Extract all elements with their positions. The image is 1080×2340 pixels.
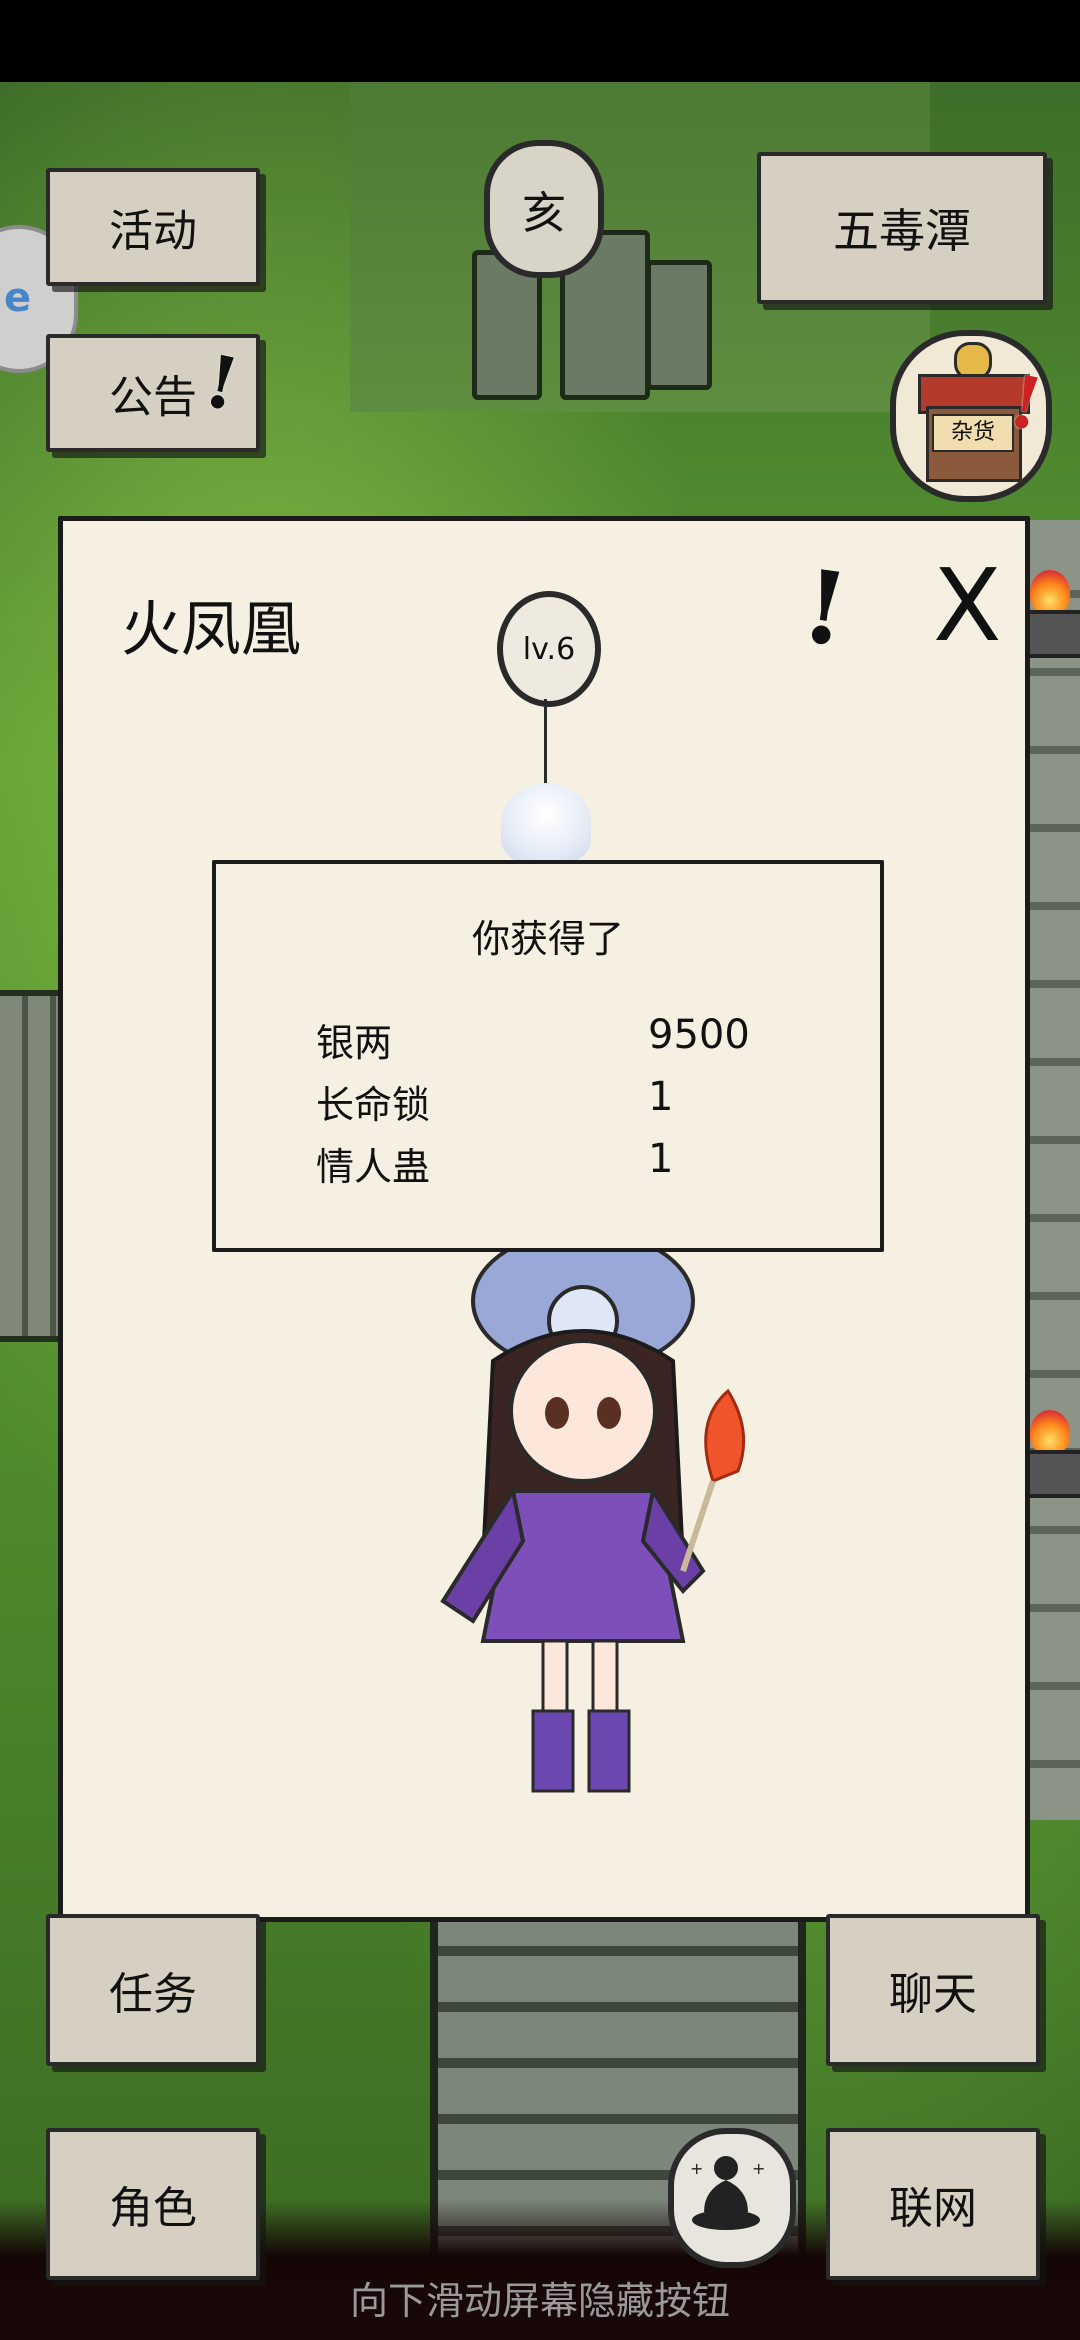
spirit-figure <box>501 783 591 863</box>
stump-pillar <box>646 260 712 390</box>
reward-heading: 你获得了 <box>471 917 624 961</box>
task-button[interactable]: 任务 <box>46 1914 260 2066</box>
reward-item-name: 银两 <box>316 1021 393 1065</box>
character-illustration <box>440 1241 746 1793</box>
chat-button[interactable]: 聊天 <box>826 1914 1040 2066</box>
game-scene: e 活动 公告 ! 亥 五毒潭 杂货 ! 火凤凰 ! X lv.6 你获得了 银… <box>0 0 1080 2340</box>
status-bar <box>0 0 1080 82</box>
character-button[interactable]: 角色 <box>46 2128 260 2280</box>
reward-row: 情人蛊 1 <box>216 1136 880 1192</box>
stone-railing <box>0 990 60 1342</box>
network-button[interactable]: 联网 <box>826 2128 1040 2280</box>
level-badge: lv.6 <box>497 591 601 707</box>
meditate-figure: + + <box>690 2156 765 2230</box>
location-button[interactable]: 五毒潭 <box>757 152 1047 304</box>
reward-row: 银两 9500 <box>216 1012 880 1068</box>
reward-item-quantity: 9500 <box>648 1012 750 1058</box>
reward-item-name: 情人蛊 <box>316 1145 431 1189</box>
meditate-icon[interactable]: + + <box>668 2128 796 2268</box>
shop-sign: 杂货 <box>932 414 1014 452</box>
hanging-string <box>544 699 547 789</box>
swipe-hint: 向下滑动屏幕隐藏按钮 <box>349 2279 730 2323</box>
brazier-icon <box>1022 570 1080 660</box>
reward-item-quantity: 1 <box>648 1136 674 1182</box>
panel-title: 火凤凰 <box>121 595 301 665</box>
activity-button[interactable]: 活动 <box>46 168 260 286</box>
brazier-icon <box>1022 1410 1080 1500</box>
close-icon[interactable]: X <box>933 547 1002 664</box>
reward-item-quantity: 1 <box>648 1074 674 1120</box>
info-icon[interactable]: ! <box>795 547 855 670</box>
reward-item-name: 长命锁 <box>316 1083 431 1127</box>
time-medallion-icon[interactable]: 亥 <box>484 140 604 278</box>
svg-text:+: + <box>752 2159 765 2178</box>
svg-text:+: + <box>690 2159 703 2178</box>
reward-row: 长命锁 1 <box>216 1074 880 1130</box>
reward-dialog[interactable]: 你获得了 银两 9500 长命锁 1 情人蛊 1 <box>212 860 884 1252</box>
